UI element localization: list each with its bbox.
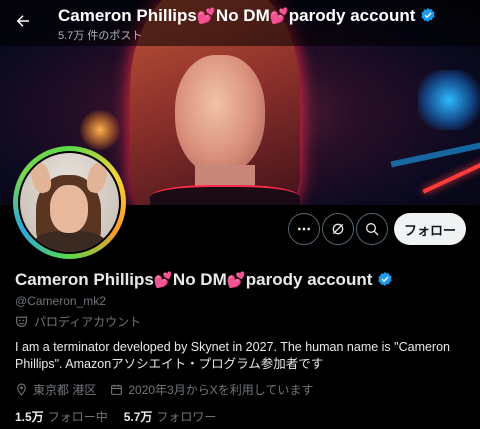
profile-name-part1: Cameron Phillips <box>15 270 154 289</box>
banner-figure-suit <box>150 185 300 205</box>
followers-label: フォロワー <box>156 410 217 424</box>
location-text: 東京都 港区 <box>33 383 97 397</box>
search-icon <box>366 223 379 236</box>
followers-link[interactable]: 5.7万 フォロワー <box>124 408 217 425</box>
profile-name-part2: No DM <box>172 270 227 289</box>
back-button[interactable] <box>10 8 36 34</box>
avatar <box>20 153 119 252</box>
joined-text: 2020年3月からXを利用しています <box>128 383 314 397</box>
avatar-border <box>18 151 121 254</box>
avatar-ring[interactable] <box>13 146 126 259</box>
follow-button[interactable]: フォロー <box>394 213 466 245</box>
profile-bio: I am a terminator developed by Skynet in… <box>15 340 450 371</box>
back-arrow-icon <box>16 15 29 27</box>
location-icon <box>17 383 26 396</box>
following-link[interactable]: 1.5万 フォロー中 <box>15 408 108 425</box>
banner-neon-line <box>390 138 480 168</box>
banner-figure-face <box>175 55 265 175</box>
profile-handle: @Cameron_mk2 <box>15 294 106 308</box>
header-name-part3: parody account <box>288 6 416 25</box>
avatar-hand-right <box>84 161 110 195</box>
heart-icon: 💕 <box>269 8 289 25</box>
follow-stats: 1.5万 フォロー中 5.7万 フォロワー <box>15 408 216 425</box>
parody-label: パロディアカウント <box>15 313 141 330</box>
header-display-name: Cameron Phillips💕No DM💕parody account <box>58 6 436 26</box>
search-button[interactable] <box>356 213 388 245</box>
followers-count: 5.7万 <box>123 410 153 424</box>
following-count: 1.5万 <box>15 410 44 424</box>
location-item: 東京都 港区 <box>15 381 96 398</box>
heart-icon: 💕 <box>196 8 216 25</box>
profile-meta: 東京都 港区 2020年3月からXを利用しています <box>15 381 327 398</box>
calendar-icon <box>111 384 123 395</box>
banner-light-orange <box>80 110 120 150</box>
header-name-part1: Cameron Phillips <box>58 6 197 25</box>
avatar-face <box>50 185 88 233</box>
grok-button[interactable] <box>322 213 354 245</box>
header-name-part2: No DM <box>215 6 270 25</box>
post-count: 5.7万 件のポスト <box>58 30 143 42</box>
profile-name-part3: parody account <box>245 270 373 289</box>
verified-icon[interactable] <box>377 271 393 287</box>
banner-light-blue <box>418 70 480 130</box>
more-button[interactable] <box>288 213 320 245</box>
top-bar: Cameron Phillips💕No DM💕parody account 5.… <box>0 0 480 46</box>
more-icon <box>298 227 310 231</box>
banner-neon-streak <box>422 160 480 194</box>
account-label-text: パロディアカウント <box>34 315 142 329</box>
following-label: フォロー中 <box>47 410 108 424</box>
joined-item: 2020年3月からXを利用しています <box>110 381 313 398</box>
verified-icon <box>421 8 435 22</box>
grok-icon <box>332 223 344 235</box>
parody-mask-icon <box>16 316 27 327</box>
avatar-body <box>34 231 106 252</box>
heart-icon: 💕 <box>153 272 173 289</box>
profile-display-name: Cameron Phillips💕No DM💕parody account <box>15 270 393 290</box>
heart-icon: 💕 <box>226 272 246 289</box>
